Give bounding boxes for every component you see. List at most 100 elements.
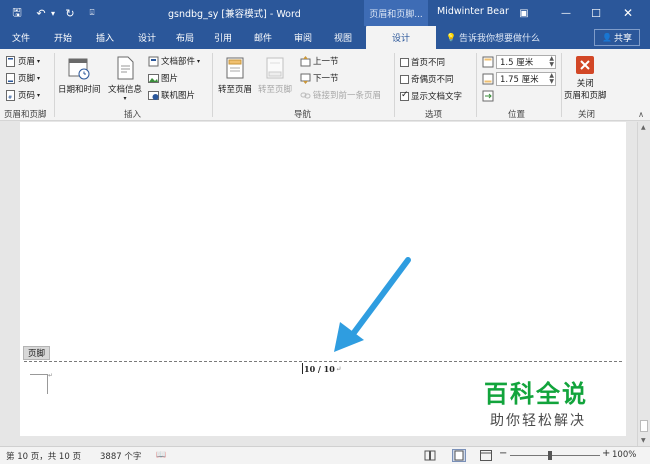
customize-quick-access-icon[interactable]: ⍗ xyxy=(86,4,98,22)
document-parts-button[interactable]: 文档部件 ▾ xyxy=(148,55,200,67)
different-odd-even-label: 奇偶页不同 xyxy=(411,75,454,85)
header-distance-input[interactable]: 1.5 厘米 ▲ ▼ xyxy=(496,55,556,69)
print-layout-icon[interactable] xyxy=(452,449,466,462)
paragraph-mark: ↵ xyxy=(335,364,342,373)
tab-home[interactable]: 开始 xyxy=(46,26,80,49)
vertical-scrollbar[interactable]: ▲ ▼ xyxy=(637,122,650,446)
spinner-arrows-icon[interactable]: ▲ ▼ xyxy=(549,73,554,85)
context-tab-header-footer: 页眉和页脚... xyxy=(364,0,428,26)
date-time-label: 日期和时间 xyxy=(58,85,101,95)
online-picture-button[interactable]: 联机图片 xyxy=(148,89,195,101)
tab-layout[interactable]: 布局 xyxy=(168,26,202,49)
minimize-button[interactable]: — xyxy=(552,0,580,26)
goto-footer-button[interactable]: 转至页脚 xyxy=(258,55,292,95)
header-icon xyxy=(6,55,15,67)
group-label-insert: 插入 xyxy=(124,110,142,120)
ribbon-display-options-icon[interactable]: ▣ xyxy=(510,0,538,26)
page-number-icon: # xyxy=(6,89,15,101)
save-icon[interactable]: 🖫 xyxy=(8,4,26,22)
different-odd-even-option[interactable]: 奇偶页不同 xyxy=(400,73,454,85)
quick-parts-icon xyxy=(148,56,159,66)
page-number-button[interactable]: # 页码 ▾ xyxy=(5,89,40,101)
scrollbar-thumb[interactable] xyxy=(640,420,648,432)
online-picture-label: 联机图片 xyxy=(161,91,196,101)
document-info-button[interactable]: 文档信息 ▾ xyxy=(108,55,142,102)
word-count-status[interactable]: 3887 个字 xyxy=(100,450,141,462)
read-mode-icon[interactable] xyxy=(424,450,436,461)
tab-review[interactable]: 审阅 xyxy=(286,26,320,49)
different-odd-even-checkbox[interactable] xyxy=(400,74,409,84)
tab-view[interactable]: 视图 xyxy=(326,26,360,49)
zoom-in-button[interactable]: + xyxy=(602,448,610,459)
link-to-previous-label: 链接到前一条页眉 xyxy=(313,91,382,101)
undo-dropdown-icon[interactable]: ▾ xyxy=(48,4,58,22)
show-document-text-label: 显示文档文字 xyxy=(411,92,463,102)
footer-button[interactable]: 页脚 ▾ xyxy=(5,72,40,84)
zoom-out-button[interactable]: − xyxy=(499,448,507,459)
footer-page-number[interactable]: 10 / 10 ↵ xyxy=(302,363,342,374)
page-number-label: 页码 xyxy=(18,91,36,101)
goto-footer-label: 转至页脚 xyxy=(258,85,293,95)
header-label: 页眉 xyxy=(18,57,36,67)
header-button[interactable]: 页眉 ▾ xyxy=(5,55,40,67)
scroll-down-icon[interactable]: ▼ xyxy=(641,437,646,444)
watermark-subtitle: 助你轻松解决 xyxy=(490,413,586,429)
different-first-page-option[interactable]: 首页不同 xyxy=(400,56,445,68)
person-icon: 👤 xyxy=(602,33,612,42)
proofing-icon[interactable]: 📖 xyxy=(156,450,166,459)
footer-distance-input[interactable]: 1.75 厘米 ▲ ▼ xyxy=(496,72,556,86)
tab-references[interactable]: 引用 xyxy=(206,26,240,49)
user-name[interactable]: Midwinter Bear xyxy=(437,6,509,17)
zoom-slider[interactable] xyxy=(510,455,600,456)
tab-mailings[interactable]: 邮件 xyxy=(246,26,280,49)
next-section-button[interactable]: 下一节 xyxy=(300,72,339,84)
close-red-x-icon xyxy=(576,56,595,74)
group-separator xyxy=(54,53,55,117)
footer-distance-value: 1.75 厘米 xyxy=(500,75,539,85)
group-label-position: 位置 xyxy=(508,110,526,120)
collapse-ribbon-icon[interactable]: ∧ xyxy=(638,110,644,119)
close-header-footer-button[interactable]: 关闭 页眉和页脚 xyxy=(564,55,607,101)
group-label-header-footer: 页眉和页脚 xyxy=(4,110,47,120)
page-number-text: 10 / 10 xyxy=(304,363,335,374)
show-document-text-option[interactable]: 显示文档文字 xyxy=(400,90,462,102)
page-count-status[interactable]: 第 10 页，共 10 页 xyxy=(6,450,81,462)
picture-button[interactable]: 图片 xyxy=(148,72,178,84)
zoom-slider-thumb[interactable] xyxy=(548,451,552,460)
group-separator xyxy=(212,53,213,117)
share-button[interactable]: 👤 共享 xyxy=(594,29,640,46)
show-document-text-checkbox[interactable] xyxy=(400,90,409,101)
undo-icon[interactable]: ↶ xyxy=(34,4,48,22)
different-first-page-checkbox[interactable] xyxy=(400,57,409,67)
title-bar: 🖫 ↶ ▾ ↻ ⍗ gsndbg_sy [兼容模式] - Word 页眉和页脚.… xyxy=(0,0,650,26)
tab-header-footer-design[interactable]: 设计 xyxy=(366,26,436,49)
tab-file[interactable]: 文件 xyxy=(4,26,38,49)
redo-icon[interactable]: ↻ xyxy=(62,4,78,22)
date-time-button[interactable]: 日期和时间 xyxy=(58,55,101,95)
baike-watermark: 百科全说 助你轻松解决 xyxy=(462,362,626,436)
tab-insert[interactable]: 插入 xyxy=(88,26,122,49)
web-layout-icon[interactable] xyxy=(480,450,492,461)
ribbon: 页眉 ▾ 页脚 ▾ # 页码 ▾ 页眉和页脚 日期和时间 文档信息 ▾ 文档部件 ▾ 图… xyxy=(0,49,650,121)
margin-corner-mark xyxy=(30,374,48,394)
footer-position-icon xyxy=(482,73,494,85)
tell-me-search[interactable]: 💡 告诉我你想要做什么 xyxy=(446,31,540,44)
document-title: gsndbg_sy [兼容模式] - Word xyxy=(168,9,301,20)
share-label: 共享 xyxy=(613,34,632,44)
tab-design[interactable]: 设计 xyxy=(130,26,164,49)
previous-section-icon xyxy=(300,55,311,66)
link-to-previous-button[interactable]: 链接到前一条页眉 xyxy=(300,89,381,101)
zoom-level[interactable]: 100% xyxy=(612,450,636,460)
watermark-title: 百科全说 xyxy=(484,380,588,408)
close-window-button[interactable]: ✕ xyxy=(614,0,642,26)
spinner-arrows-icon[interactable]: ▲ ▼ xyxy=(549,56,554,68)
scroll-up-icon[interactable]: ▲ xyxy=(641,124,646,131)
previous-section-button[interactable]: 上一节 xyxy=(300,55,339,67)
calendar-clock-icon xyxy=(68,58,90,80)
insert-alignment-tab-icon[interactable] xyxy=(482,90,494,102)
group-label-options: 选项 xyxy=(425,110,443,120)
paragraph-mark: ↵ xyxy=(48,372,54,379)
footer-label: 页脚 xyxy=(18,74,36,84)
maximize-button[interactable]: ☐ xyxy=(582,0,610,26)
goto-header-button[interactable]: 转至页眉 xyxy=(218,55,252,95)
